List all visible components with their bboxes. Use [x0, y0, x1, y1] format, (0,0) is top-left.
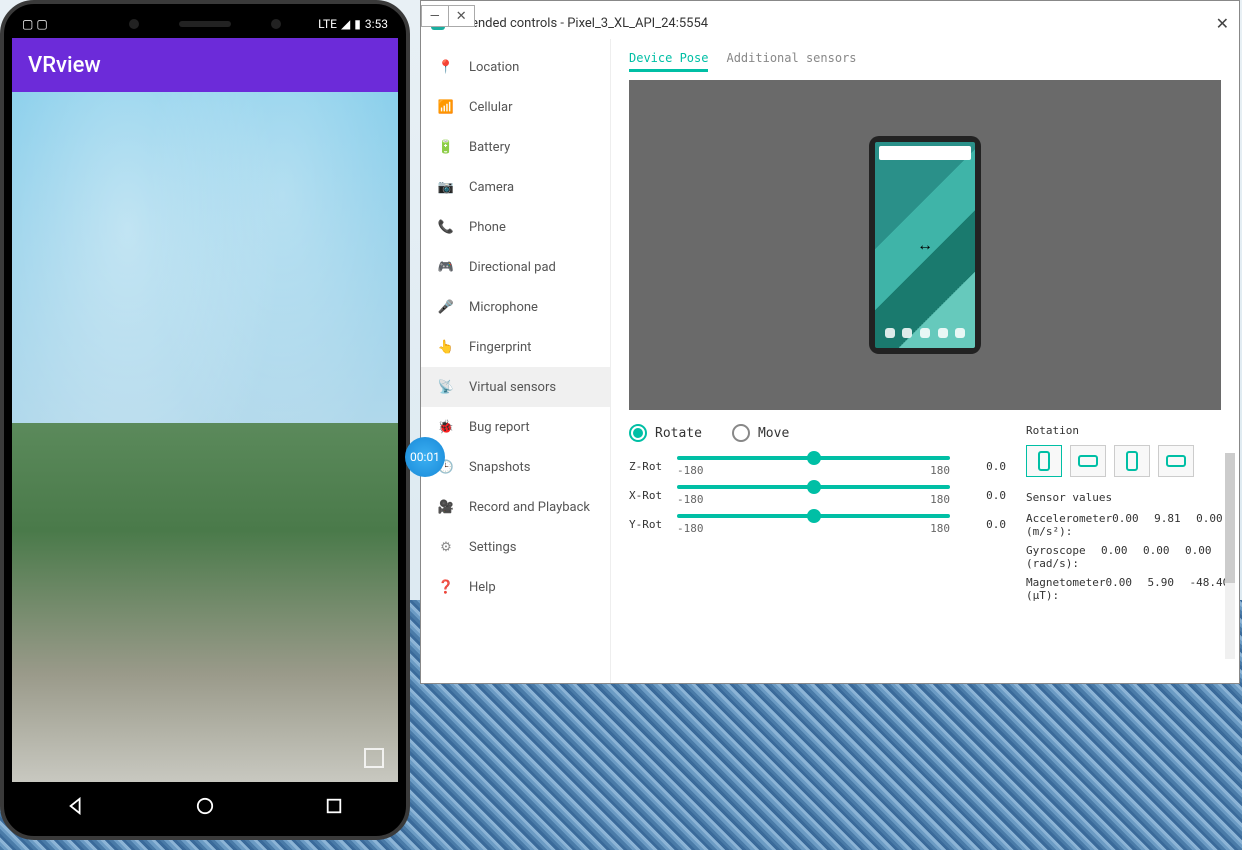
phone-screen: ▢ ▢ LTE ◢ ▮ 3:53 VRview — [12, 10, 398, 830]
minimize-button[interactable]: — — [422, 6, 449, 26]
menu-label: Snapshots — [469, 460, 531, 475]
fullscreen-icon[interactable] — [364, 748, 384, 768]
rotation-label: Rotation — [1026, 424, 1221, 437]
app-title: VRview — [28, 53, 101, 78]
menu-label: Virtual sensors — [469, 380, 556, 395]
menu-label: Battery — [469, 140, 510, 155]
android-nav-bar — [12, 782, 398, 830]
menu-item-snapshots[interactable]: 🕒Snapshots — [421, 447, 610, 487]
menu-icon: 🔋 — [437, 138, 455, 156]
menu-item-fingerprint[interactable]: 👆 Fingerprint — [421, 327, 610, 367]
radio-rotate[interactable]: Rotate — [629, 424, 702, 442]
back-button[interactable] — [65, 795, 87, 817]
slider-track[interactable] — [677, 485, 950, 489]
menu-label: Directional pad — [469, 260, 556, 275]
content-pane: Device Pose Additional sensors ↔ Rotate … — [611, 39, 1239, 683]
menu-item-directional-pad[interactable]: 🎮 Directional pad — [421, 247, 610, 287]
menu-icon: 📷 — [437, 178, 455, 196]
slider-value: 0.0 — [962, 460, 1006, 473]
slider-y-rot: Y-Rot-1801800.0 — [629, 514, 1006, 535]
sensor-values-label: Sensor values — [1026, 491, 1221, 504]
tab-device-pose[interactable]: Device Pose — [629, 51, 708, 72]
home-button[interactable] — [194, 795, 216, 817]
menu-icon: ❓ — [437, 578, 455, 596]
menu-label: Cellular — [469, 100, 512, 115]
menu-icon: 🎤 — [437, 298, 455, 316]
menu-label: Fingerprint — [469, 340, 531, 355]
recents-button[interactable] — [323, 795, 345, 817]
menu-item-phone[interactable]: 📞 Phone — [421, 207, 610, 247]
orient-landscape-left-button[interactable] — [1070, 445, 1106, 477]
drag-arrow-icon: ↔ — [917, 235, 933, 255]
app-bar: VRview — [12, 38, 398, 92]
emulator-phone-frame: ▢ ▢ LTE ◢ ▮ 3:53 VRview — [0, 0, 410, 840]
menu-item-help[interactable]: ❓ Help — [421, 567, 610, 607]
title-bar[interactable]: Extended controls - Pixel_3_XL_API_24:55… — [421, 7, 1239, 39]
orient-portrait-button[interactable] — [1026, 445, 1062, 477]
menu-item-location[interactable]: 📍 Location — [421, 47, 610, 87]
menu-item-microphone[interactable]: 🎤 Microphone — [421, 287, 610, 327]
menu-icon: 📡 — [437, 378, 455, 396]
device-pose-preview[interactable]: ↔ — [629, 80, 1221, 410]
vr-panorama-view[interactable] — [12, 92, 398, 782]
slider-track[interactable] — [677, 456, 950, 460]
menu-icon: 📞 — [437, 218, 455, 236]
window-title: Extended controls - Pixel_3_XL_API_24:55… — [453, 16, 708, 31]
menu-label: Bug report — [469, 420, 530, 435]
menu-item-record-and-playback[interactable]: 🎥 Record and Playback — [421, 487, 610, 527]
menu-icon: ⚙ — [437, 538, 455, 556]
menu-item-battery[interactable]: 🔋 Battery — [421, 127, 610, 167]
slider-value: 0.0 — [962, 489, 1006, 502]
orient-landscape-right-button[interactable] — [1158, 445, 1194, 477]
phone-notch — [115, 10, 295, 38]
menu-label: Record and Playback — [469, 500, 590, 515]
menu-label: Microphone — [469, 300, 538, 315]
sensor-row: Accelerometer (m/s²):0.009.810.00 — [1026, 512, 1221, 538]
menu-icon: 🐞 — [437, 418, 455, 436]
menu-item-cellular[interactable]: 📶 Cellular — [421, 87, 610, 127]
extended-controls-window: — ✕ Extended controls - Pixel_3_XL_API_2… — [420, 0, 1240, 684]
menu-item-camera[interactable]: 📷 Camera — [421, 167, 610, 207]
menu-item-bug-report[interactable]: 🐞 Bug report — [421, 407, 610, 447]
menu-icon: 📍 — [437, 58, 455, 76]
tab-additional-sensors[interactable]: Additional sensors — [726, 51, 856, 72]
slider-value: 0.0 — [962, 518, 1006, 531]
menu-icon: 🎮 — [437, 258, 455, 276]
menu-item-settings[interactable]: ⚙ Settings — [421, 527, 610, 567]
tab-bar: Device Pose Additional sensors — [629, 51, 1221, 72]
menu-label: Settings — [469, 540, 516, 555]
lte-indicator: LTE — [318, 17, 337, 31]
slider-label: Z-Rot — [629, 460, 665, 473]
slider-label: Y-Rot — [629, 518, 665, 531]
slider-track[interactable] — [677, 514, 950, 518]
slider-x-rot: X-Rot-1801800.0 — [629, 485, 1006, 506]
menu-label: Phone — [469, 220, 506, 235]
radio-move[interactable]: Move — [732, 424, 789, 442]
battery-icon: ▮ — [354, 17, 361, 31]
menu-icon: 🎥 — [437, 498, 455, 516]
menu-label: Camera — [469, 180, 514, 195]
menu-label: Help — [469, 580, 496, 595]
side-menu: 📍 Location 📶 Cellular 🔋 Battery 📷 Camera 📞 Phone 🎮… — [421, 39, 611, 683]
window-sys-buttons: — ✕ — [421, 5, 475, 27]
orient-portrait-rev-button[interactable] — [1114, 445, 1150, 477]
menu-icon: 📶 — [437, 98, 455, 116]
status-time: 3:53 — [365, 17, 388, 31]
timer-badge[interactable]: 00:01 — [405, 437, 445, 477]
sensor-row: Gyroscope (rad/s):0.000.000.00 — [1026, 544, 1221, 570]
slider-label: X-Rot — [629, 489, 665, 502]
menu-item-virtual-sensors[interactable]: 📡 Virtual sensors — [421, 367, 610, 407]
slider-z-rot: Z-Rot-1801800.0 — [629, 456, 1006, 477]
sensor-row: Magnetometer (μT):0.005.90-48.40 — [1026, 576, 1221, 602]
menu-icon: 👆 — [437, 338, 455, 356]
close-button[interactable]: ✕ — [1216, 14, 1229, 33]
content-scrollbar[interactable] — [1225, 453, 1235, 659]
window-close-button[interactable]: ✕ — [449, 6, 475, 26]
menu-label: Location — [469, 60, 519, 75]
